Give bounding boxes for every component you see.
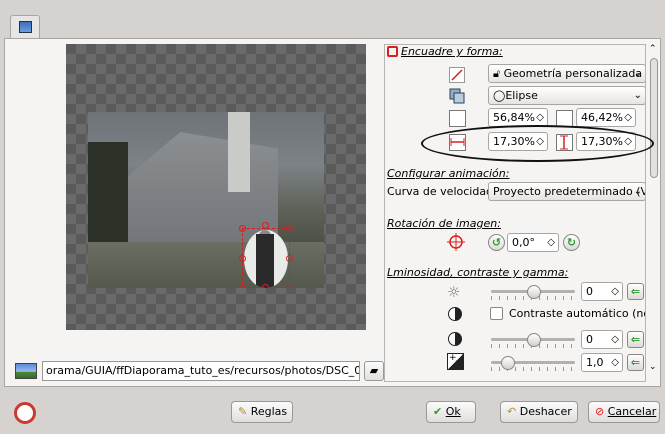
position-y-spin[interactable]: 46,42% ◇ bbox=[576, 108, 636, 127]
ellipse-icon: ◯ bbox=[493, 89, 506, 102]
section-animation: Configurar animación: bbox=[387, 167, 510, 180]
gamma-slider[interactable] bbox=[491, 356, 575, 371]
rotate-right-icon[interactable]: ↻ bbox=[563, 234, 580, 251]
brightness-icon: ☼ bbox=[447, 283, 461, 301]
resize-handle[interactable] bbox=[286, 285, 293, 288]
settings-panel: Encuadre y forma: 🔓︎ Geometría personali… bbox=[384, 44, 646, 382]
rotation-value: 0,0° bbox=[512, 236, 535, 249]
contrast-value: 0 bbox=[586, 333, 593, 346]
open-folder-button[interactable]: ▰ bbox=[364, 361, 384, 381]
resize-handle[interactable] bbox=[286, 255, 293, 262]
position-x-value: 56,84% bbox=[493, 111, 535, 124]
ok-button[interactable]: ✔ Ok bbox=[426, 401, 476, 423]
contrast-icon bbox=[448, 307, 462, 321]
resize-handle[interactable] bbox=[262, 222, 269, 229]
cancel-icon: ⊘ bbox=[595, 405, 608, 418]
shape-value: Elipse bbox=[505, 89, 538, 102]
rules-button[interactable]: ✎ Reglas bbox=[231, 401, 293, 423]
scrollbar-thumb[interactable] bbox=[650, 58, 658, 178]
rotate-left-icon[interactable]: ↺ bbox=[488, 234, 505, 251]
reset-contrast-button[interactable]: ⇐ bbox=[627, 331, 644, 348]
section-framing: Encuadre y forma: bbox=[401, 45, 503, 58]
help-lifebuoy-icon[interactable] bbox=[14, 402, 36, 424]
chevron-down-icon: ⌄ bbox=[633, 186, 642, 197]
reset-brightness-button[interactable]: ⇐ bbox=[627, 283, 644, 300]
crop-icon bbox=[387, 46, 398, 57]
ruler-icon: ✎ bbox=[238, 405, 251, 418]
section-brightness: Lminosidad, contraste y gamma: bbox=[387, 266, 569, 279]
geometry-value: Geometría personalizada bbox=[503, 67, 643, 80]
undo-button[interactable]: ↶ Deshacer bbox=[500, 401, 578, 423]
rotation-target-icon[interactable] bbox=[447, 233, 465, 251]
brightness-slider[interactable] bbox=[491, 285, 575, 300]
auto-contrast-checkbox[interactable] bbox=[490, 307, 503, 320]
brightness-spin[interactable]: 0 ◇ bbox=[581, 282, 623, 301]
section-rotation: Rotación de imagen: bbox=[387, 217, 501, 230]
spin-arrows-icon[interactable]: ◇ bbox=[536, 109, 544, 126]
brightness-value: 0 bbox=[586, 285, 593, 298]
shape-select[interactable]: ◯Elipse ⌄ bbox=[488, 86, 645, 105]
spin-arrows-icon[interactable]: ◇ bbox=[611, 331, 619, 348]
contrast-slider[interactable] bbox=[491, 333, 575, 348]
spin-arrows-icon[interactable]: ◇ bbox=[547, 234, 555, 251]
reset-gamma-button[interactable]: ⇐ bbox=[627, 354, 644, 371]
tab-bar bbox=[0, 0, 665, 38]
undo-label: Deshacer bbox=[519, 405, 572, 418]
undo-icon: ↶ bbox=[507, 405, 520, 418]
resize-handle[interactable] bbox=[239, 255, 246, 262]
rules-label: Reglas bbox=[250, 405, 288, 418]
tab-image[interactable] bbox=[10, 15, 40, 39]
speed-curve-value: Proyecto predeterminado (Ve bbox=[493, 185, 646, 198]
resize-handle[interactable] bbox=[262, 284, 269, 288]
gamma-spin[interactable]: 1,0 ◇ bbox=[581, 353, 623, 372]
ok-label: Ok bbox=[445, 405, 461, 418]
resize-handle[interactable] bbox=[286, 225, 293, 232]
image-file-icon bbox=[15, 363, 37, 379]
cancel-label: Cancelar bbox=[607, 405, 657, 418]
annotation-ellipse bbox=[421, 125, 654, 162]
geometry-select[interactable]: 🔓︎ Geometría personalizada ⌄ bbox=[488, 64, 645, 83]
spin-arrows-icon[interactable]: ◇ bbox=[624, 109, 632, 126]
cancel-button[interactable]: ⊘ Cancelar bbox=[588, 401, 660, 423]
image-preview[interactable] bbox=[66, 44, 366, 330]
gamma-icon: + bbox=[447, 353, 464, 370]
chevron-down-icon: ⌄ bbox=[633, 68, 642, 79]
scroll-down-icon[interactable]: ⌄ bbox=[649, 362, 657, 372]
file-path-field[interactable]: orama/GUIA/ffDiaporama_tuto_es/recursos/… bbox=[42, 361, 360, 381]
scroll-up-icon[interactable]: ⌃ bbox=[649, 44, 657, 54]
diagonal-icon bbox=[449, 67, 465, 83]
auto-contrast-label: Contraste automático (norma bbox=[509, 307, 645, 320]
contrast-icon bbox=[448, 332, 462, 346]
lock-icon: 🔓︎ bbox=[493, 67, 504, 80]
position-y-value: 46,42% bbox=[581, 111, 623, 124]
check-icon: ✔ bbox=[433, 405, 446, 418]
spin-arrows-icon[interactable]: ◇ bbox=[611, 283, 619, 300]
image-icon bbox=[19, 21, 32, 33]
folder-icon: ▰ bbox=[369, 364, 379, 377]
resize-handle[interactable] bbox=[239, 225, 246, 232]
rotation-spin[interactable]: 0,0° ◇ bbox=[507, 233, 559, 252]
resize-handle[interactable] bbox=[239, 285, 246, 288]
photo-thumbnail bbox=[88, 112, 324, 288]
layers-icon bbox=[449, 88, 465, 104]
gamma-value: 1,0 bbox=[586, 356, 604, 369]
spin-arrows-icon[interactable]: ◇ bbox=[611, 354, 619, 371]
position-x-icon bbox=[449, 110, 466, 127]
panel-scrollbar[interactable]: ⌃ ⌄ bbox=[648, 44, 660, 382]
contrast-spin[interactable]: 0 ◇ bbox=[581, 330, 623, 349]
speed-curve-label: Curva de velocidad : bbox=[387, 185, 501, 198]
chevron-down-icon: ⌄ bbox=[633, 90, 642, 101]
selection-box[interactable] bbox=[242, 228, 290, 288]
speed-curve-select[interactable]: Proyecto predeterminado (Ve ⌄ bbox=[488, 182, 646, 201]
